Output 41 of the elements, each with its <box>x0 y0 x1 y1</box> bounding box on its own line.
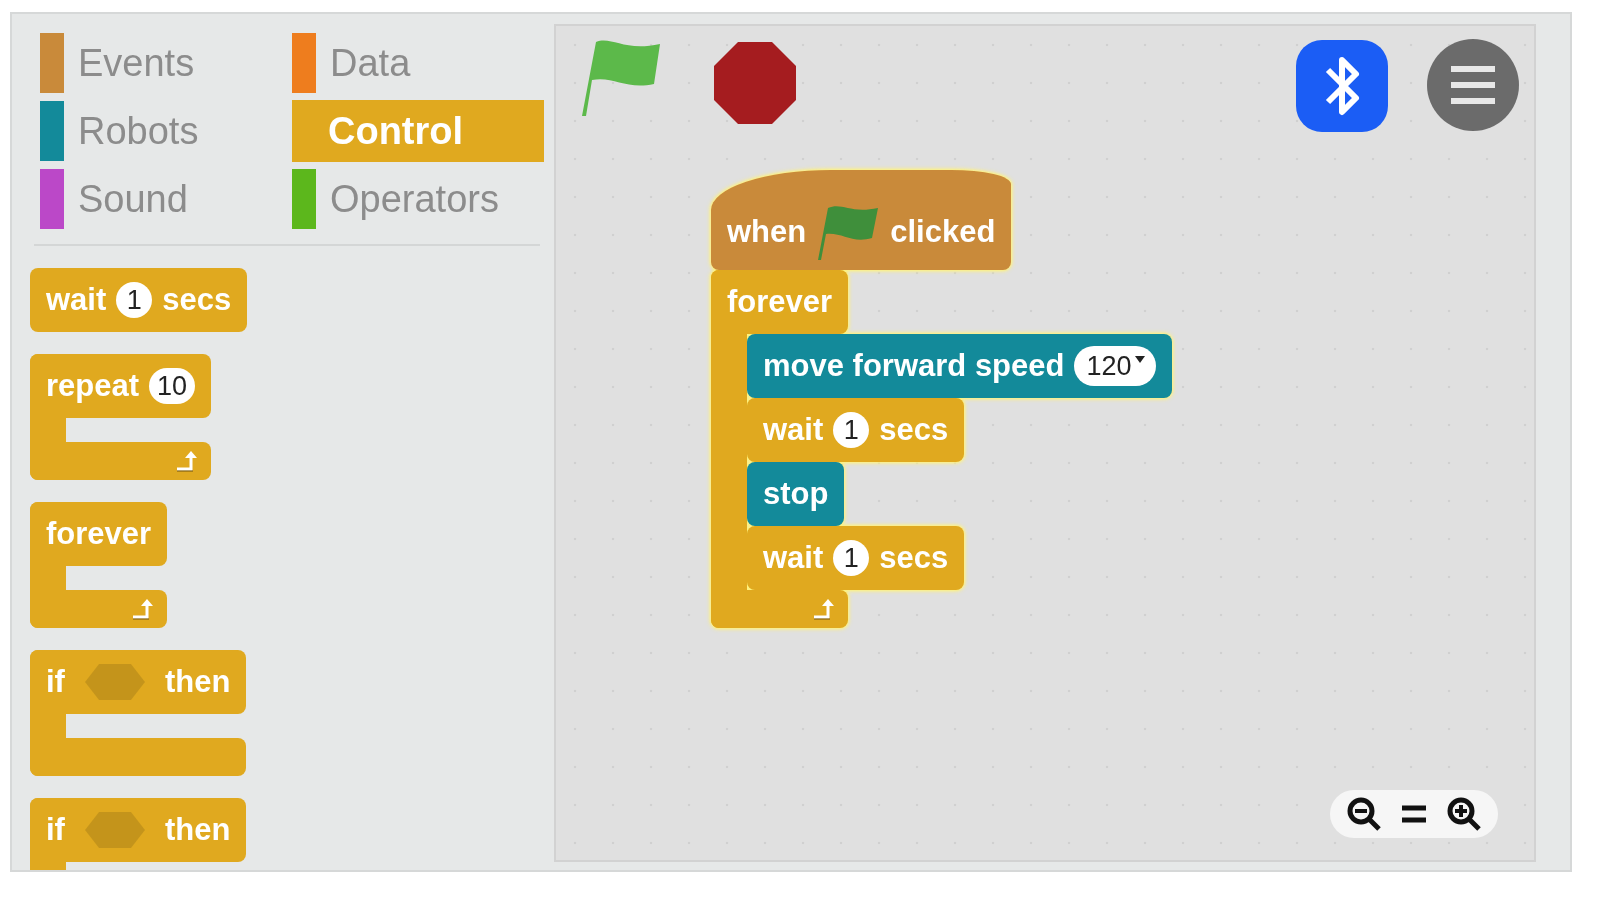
command-block[interactable]: stop <box>747 462 845 526</box>
loop-block[interactable]: forever move forward speed 120 wait 1 secs stop wait 1 secs <box>711 270 1172 628</box>
block-label: when <box>727 212 807 251</box>
block-label: move forward speed <box>763 346 1065 385</box>
stop-icon[interactable] <box>714 42 796 124</box>
block-label: then <box>164 810 231 849</box>
reset-zoom-icon[interactable] <box>1400 803 1428 825</box>
loop-arrow-icon <box>175 449 200 473</box>
number-field[interactable]: 1 <box>833 540 870 576</box>
command-block[interactable]: move forward speed 120 <box>747 334 1172 398</box>
zoom-in-icon[interactable] <box>1446 796 1482 832</box>
zoom-out-icon[interactable] <box>1346 796 1382 832</box>
dropdown-field[interactable]: 120 <box>1074 346 1156 386</box>
loop-block[interactable]: repeat 10 <box>30 354 212 480</box>
block-label: clicked <box>890 212 996 251</box>
loop-arrow-icon <box>131 597 156 621</box>
bluetooth-icon[interactable] <box>1294 38 1390 134</box>
loop-arrow-icon <box>812 597 837 621</box>
block-label: stop <box>763 474 829 513</box>
script-canvas[interactable]: when clicked forever move forward speed 120 wait 1 secs stop wait 1 secs <box>554 24 1536 862</box>
block-label: if <box>46 662 65 701</box>
block-label: forever <box>46 514 152 553</box>
number-field[interactable]: 1 <box>833 412 870 448</box>
block-label: repeat <box>46 366 140 405</box>
block-label: secs <box>162 280 232 319</box>
block-label: wait <box>763 538 824 577</box>
number-field[interactable]: 10 <box>149 368 196 404</box>
block-label: if <box>46 810 65 849</box>
command-block[interactable]: wait 1 secs <box>747 526 965 590</box>
block-label: wait <box>763 410 824 449</box>
block-label: secs <box>879 410 949 449</box>
command-block[interactable]: wait 1 secs <box>747 398 965 462</box>
script-stack[interactable]: when clicked forever move forward speed 120 wait 1 secs stop wait 1 secs <box>711 170 1172 628</box>
block-label: forever <box>727 282 833 321</box>
number-field[interactable]: 1 <box>116 282 153 318</box>
menu-icon[interactable] <box>1426 38 1520 132</box>
command-block[interactable]: wait 1 secs <box>30 268 248 332</box>
block-label: then <box>164 662 231 701</box>
block-label: wait <box>46 280 107 319</box>
block-label: secs <box>879 538 949 577</box>
caret-icon <box>1133 354 1146 364</box>
